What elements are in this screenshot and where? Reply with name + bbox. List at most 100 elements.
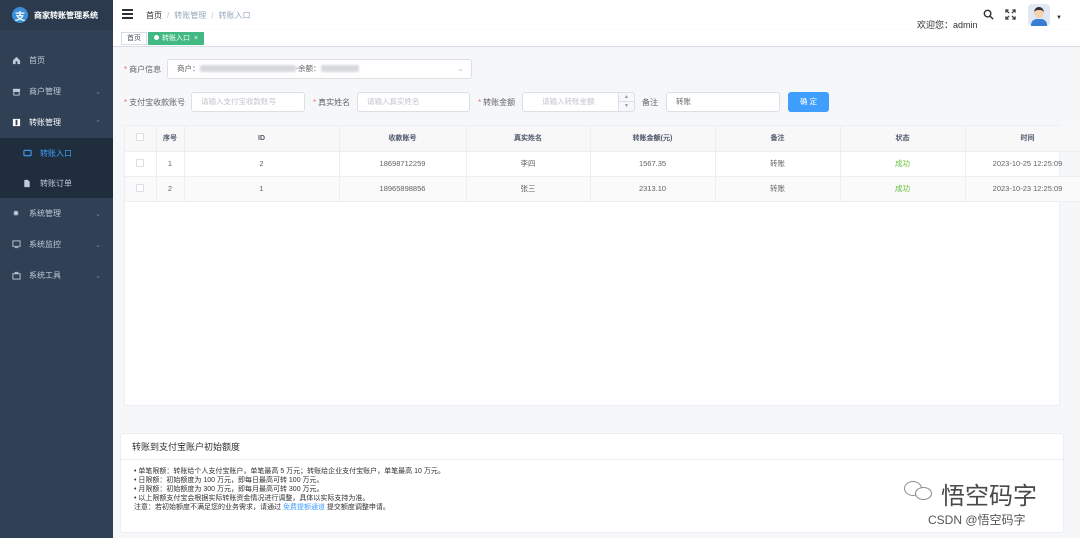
- window-icon: [22, 148, 32, 158]
- decrease-icon[interactable]: ▼: [619, 102, 634, 111]
- info-note: 注意：若初始额度不满足您的业务需求，请通过 免费提额通道 提交额度调整申请。: [134, 504, 390, 511]
- app-logo: 支: [12, 7, 28, 23]
- sidebar-item-label: 转账订单: [40, 178, 72, 188]
- wechat-watermark-icon: [904, 478, 934, 502]
- table-cell: 2: [184, 151, 340, 177]
- table-cell: 2023-10-25 12:25:09: [965, 151, 1080, 177]
- table-cell: 2023-10-23 12:25:09: [965, 176, 1080, 202]
- caret-down-icon[interactable]: ▼: [1056, 15, 1062, 21]
- account-label: * 支付宝收款账号: [124, 98, 186, 107]
- sidebar-item-transfer-entry[interactable]: 转账入口: [0, 138, 113, 168]
- status-cell: 成功: [840, 151, 966, 177]
- sidebar-item-label: 转账入口: [40, 148, 72, 158]
- logo-row: 支 商家转账管理系统: [0, 0, 113, 30]
- sidebar-item-system[interactable]: ✹ 系统管理 ⌄: [0, 198, 113, 229]
- document-icon: [22, 178, 32, 188]
- table-cell: 2313.10: [590, 176, 716, 202]
- table-cell: 李四: [466, 151, 591, 177]
- sidebar-item-label: 商户管理: [29, 87, 61, 96]
- breadcrumb-current: 转账入口: [218, 11, 251, 20]
- tags-view: 首页 转账入口 ×: [113, 30, 1080, 47]
- gear-icon: ✹: [12, 209, 20, 218]
- breadcrumb-home[interactable]: 首页: [146, 11, 162, 20]
- book-icon: [11, 118, 21, 128]
- transfer-submenu: 转账入口 转账订单: [0, 138, 113, 198]
- chevron-down-icon: ⌄: [95, 241, 101, 249]
- sidebar-item-transfer[interactable]: 转账管理 ⌃: [0, 107, 113, 138]
- table-row[interactable]: 2 1 18965898856 张三 2313.10 转账 成功 2023-10…: [125, 176, 1080, 202]
- sidebar-item-label: 转账管理: [29, 118, 61, 127]
- sidebar-item-home[interactable]: 首页: [0, 45, 113, 76]
- column-header: 时间: [965, 126, 1080, 152]
- toolbox-icon: [11, 271, 21, 281]
- amount-stepper[interactable]: ▲ ▼: [618, 93, 634, 111]
- shop-icon: [11, 87, 21, 97]
- submit-button[interactable]: 确 定: [788, 92, 829, 112]
- table-cell: 转账: [715, 176, 841, 202]
- table-cell: 张三: [466, 176, 591, 202]
- table-row[interactable]: 1 2 18698712259 李四 1567.35 转账 成功 2023-10…: [125, 151, 1080, 177]
- main-content: * 商户信息 商户： -余额： ⌄ * 支付宝收款账号 请输入支付宝收款账号 * 真实姓…: [113, 47, 1080, 538]
- hamburger-icon[interactable]: [122, 9, 133, 19]
- merchant-select[interactable]: 商户： -余额： ⌄: [167, 59, 472, 79]
- table-cell: 1: [184, 176, 340, 202]
- search-icon[interactable]: [983, 9, 994, 23]
- table-cell: 1567.35: [590, 151, 716, 177]
- chevron-down-icon: ⌄: [95, 210, 101, 218]
- active-dot-icon: [154, 35, 159, 40]
- chevron-down-icon: ⌄: [95, 272, 101, 280]
- table-header-row: 序号 ID 收款账号 真实姓名 转账金额(元) 备注 状态 时间: [125, 126, 1080, 152]
- sidebar-item-merchant[interactable]: 商户管理 ⌄: [0, 76, 113, 107]
- column-header: 真实姓名: [466, 126, 591, 152]
- monitor-icon: [11, 240, 21, 250]
- info-line: • 单笔限额：转账给个人支付宝账户，单笔最高 5 万元；转账给企业支付宝账户，单…: [134, 468, 445, 475]
- chevron-up-icon: ⌃: [95, 119, 101, 127]
- amount-label: * 转账金额: [478, 98, 516, 107]
- realname-input[interactable]: 请输入真实姓名: [357, 92, 470, 112]
- merchant-label: * 商户信息: [124, 65, 162, 74]
- tag-home[interactable]: 首页: [121, 32, 147, 45]
- breadcrumb: 首页 / 转账管理 / 转账入口: [146, 11, 251, 20]
- redacted-merchant: [199, 65, 296, 72]
- alipay-account-input[interactable]: 请输入支付宝收款账号: [191, 92, 305, 112]
- table-cell: 18965898856: [339, 176, 467, 202]
- select-all-checkbox[interactable]: [125, 126, 157, 152]
- sidebar-item-label: 系统监控: [29, 240, 61, 249]
- column-header: 备注: [715, 126, 841, 152]
- avatar[interactable]: [1028, 4, 1050, 26]
- column-header: ID: [184, 126, 340, 152]
- sidebar-item-label: 系统工具: [29, 271, 61, 280]
- table-cell: 2: [156, 176, 185, 202]
- watermark-source: CSDN @悟空码字: [928, 513, 1026, 527]
- row-checkbox[interactable]: [125, 151, 157, 177]
- table-cell: 1: [156, 151, 185, 177]
- navbar: 首页 / 转账管理 / 转账入口 欢迎您：admin ▼: [113, 0, 1080, 30]
- app-title: 商家转账管理系统: [34, 10, 98, 20]
- row-checkbox[interactable]: [125, 176, 157, 202]
- amount-input[interactable]: 请输入转账金额 ▲ ▼: [522, 92, 635, 112]
- sidebar-item-monitor[interactable]: 系统监控 ⌄: [0, 229, 113, 260]
- redacted-balance: [320, 65, 359, 72]
- watermark-name: 悟空码字: [941, 482, 1037, 510]
- transfer-table: 序号 ID 收款账号 真实姓名 转账金额(元) 备注 状态 时间 1 2 186…: [124, 125, 1080, 406]
- tag-transfer-entry[interactable]: 转账入口 ×: [148, 32, 205, 45]
- increase-icon[interactable]: ▲: [619, 93, 634, 102]
- fullscreen-icon[interactable]: [1005, 9, 1016, 23]
- close-icon[interactable]: ×: [194, 35, 198, 42]
- sidebar-item-label: 首页: [29, 56, 45, 65]
- realname-label: * 真实姓名: [313, 98, 351, 107]
- tag-label: 首页: [127, 35, 141, 42]
- column-header: 收款账号: [339, 126, 467, 152]
- info-title: 转账到支付宝账户初始额度: [121, 434, 1063, 460]
- table-cell: 转账: [715, 151, 841, 177]
- tag-label: 转账入口: [162, 35, 190, 42]
- column-header: 状态: [840, 126, 966, 152]
- home-icon: [11, 56, 21, 66]
- breadcrumb-transfer[interactable]: 转账管理: [174, 11, 206, 20]
- remark-input[interactable]: 转账: [666, 92, 780, 112]
- sidebar-item-label: 系统管理: [29, 209, 61, 218]
- sidebar-item-tools[interactable]: 系统工具 ⌄: [0, 260, 113, 291]
- sidebar-item-transfer-orders[interactable]: 转账订单: [0, 168, 113, 198]
- remark-label: 备注: [642, 98, 658, 107]
- quota-increase-link[interactable]: 免费提额通道: [283, 504, 325, 511]
